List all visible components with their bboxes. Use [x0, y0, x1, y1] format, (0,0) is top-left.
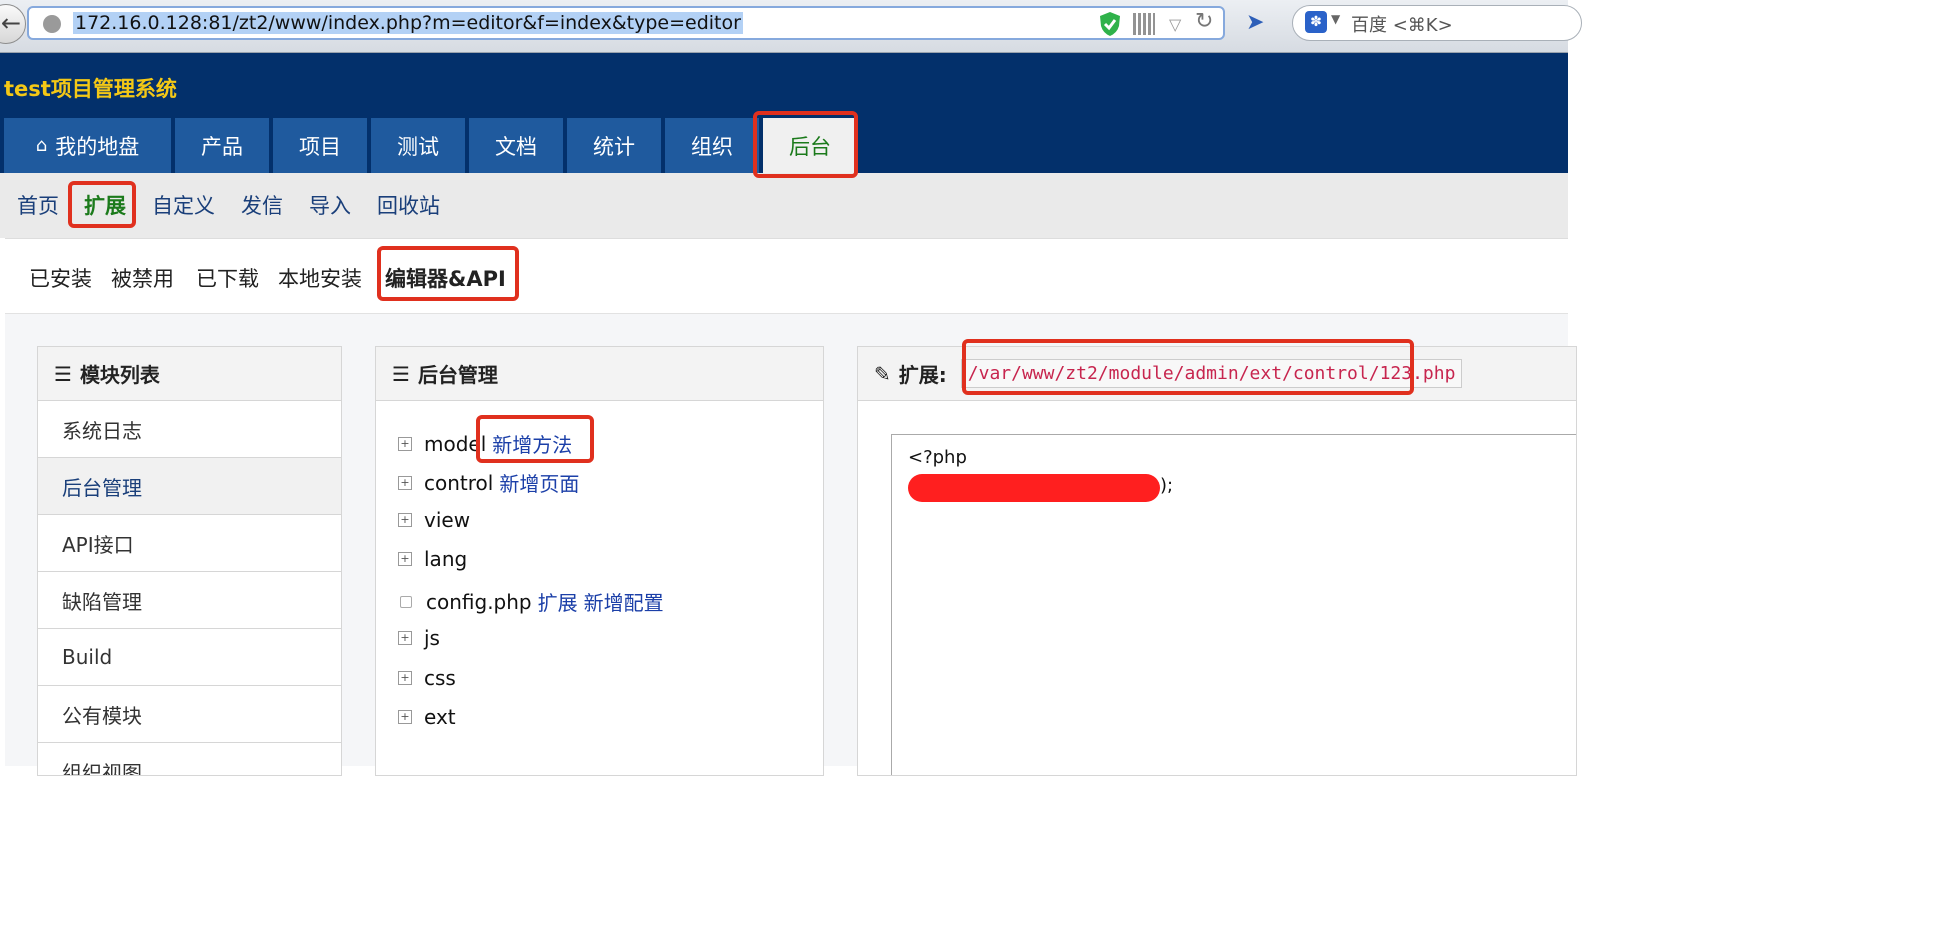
browser-toolbar: ← 172.16.0.128:81/zt2/www/index.php?m=ed… — [0, 0, 1582, 53]
back-button[interactable]: ← — [0, 4, 26, 44]
shield-icon[interactable] — [1099, 11, 1121, 37]
expand-icon[interactable]: + — [398, 436, 412, 451]
redaction-mark — [908, 474, 1160, 502]
admin-tree-panel: ☰ 后台管理 + model 新增方法 + control 新增页面 + view + lan… — [375, 346, 824, 776]
expand-icon[interactable]: + — [398, 710, 412, 724]
list-icon: ☰ — [54, 361, 72, 386]
main-nav-item-product[interactable]: 产品 — [175, 118, 269, 173]
baidu-paw-icon[interactable]: ✽ — [1305, 11, 1327, 33]
editor-label: 扩展: — [898, 363, 947, 387]
tab-installed[interactable]: 已安装 — [29, 263, 92, 293]
file-icon — [400, 595, 412, 608]
tree-row-css[interactable]: + css — [398, 666, 456, 690]
tab-downloaded[interactable]: 已下载 — [196, 263, 259, 293]
chevron-down-icon[interactable]: ▼ — [1331, 12, 1340, 26]
sub-nav-import[interactable]: 导入 — [309, 190, 351, 220]
extension-icon[interactable]: ➤ — [1246, 10, 1264, 35]
sub-nav-custom[interactable]: 自定义 — [152, 190, 215, 220]
globe-icon — [43, 15, 61, 33]
url-text[interactable]: 172.16.0.128:81/zt2/www/index.php?m=edit… — [73, 12, 743, 34]
main-nav: ⌂ 我的地盘 产品 项目 测试 文档 统计 组织 后台 — [4, 118, 861, 173]
code-editor[interactable]: <?php ); — [891, 434, 1576, 775]
module-item[interactable]: API接口 — [38, 515, 341, 572]
sub-nav-trash[interactable]: 回收站 — [377, 190, 440, 220]
app-title[interactable]: test项目管理系统 — [4, 73, 177, 103]
sub-nav-mail[interactable]: 发信 — [241, 190, 283, 220]
module-item[interactable]: 组织视图 — [38, 743, 341, 776]
edit-icon: ✎ — [874, 361, 891, 386]
module-item[interactable]: 公有模块 — [38, 686, 341, 743]
highlight-extension — [68, 181, 136, 228]
module-item-active[interactable]: 后台管理 — [38, 458, 341, 515]
highlight-editor-api — [377, 246, 519, 301]
tree-row-ext[interactable]: + ext — [398, 705, 456, 729]
sub-nav-home[interactable]: 首页 — [17, 190, 59, 220]
expand-icon[interactable]: + — [398, 513, 412, 527]
main-nav-item-my[interactable]: ⌂ 我的地盘 — [4, 118, 171, 173]
expand-icon[interactable]: + — [398, 671, 412, 685]
qr-code-icon[interactable] — [1133, 13, 1155, 35]
search-placeholder: 百度 <⌘K> — [1351, 15, 1453, 36]
main-nav-item-stats[interactable]: 统计 — [567, 118, 661, 173]
list-icon: ☰ — [392, 361, 410, 386]
code-line-1: <?php — [908, 447, 967, 468]
back-icon: ← — [1, 9, 22, 37]
highlight-admin-tab — [753, 111, 858, 178]
editor-panel: ✎ 扩展: /var/www/zt2/module/admin/ext/cont… — [857, 346, 1577, 776]
module-list-panel: ☰ 模块列表 系统日志 后台管理 API接口 缺陷管理 Build 公有模块 组织… — [37, 346, 342, 776]
main-nav-item-test[interactable]: 测试 — [371, 118, 465, 173]
tree-row-js[interactable]: + js — [398, 626, 440, 650]
main-nav-item-org[interactable]: 组织 — [665, 118, 759, 173]
module-item[interactable]: Build — [38, 629, 341, 686]
main-nav-item-project[interactable]: 项目 — [273, 118, 367, 173]
expand-icon[interactable]: + — [398, 475, 412, 490]
address-bar[interactable]: 172.16.0.128:81/zt2/www/index.php?m=edit… — [27, 6, 1225, 40]
highlight-path — [962, 339, 1414, 395]
tree-row-view[interactable]: + view — [398, 508, 470, 532]
dropdown-icon[interactable]: ▽ — [1169, 15, 1181, 34]
add-config-link[interactable]: 新增配置 — [584, 587, 664, 616]
highlight-add-method — [476, 415, 594, 463]
tree-panel-header: ☰ 后台管理 — [376, 347, 823, 401]
module-item[interactable]: 系统日志 — [38, 401, 341, 458]
module-item[interactable]: 缺陷管理 — [38, 572, 341, 629]
module-list-header: ☰ 模块列表 — [38, 347, 341, 401]
extend-link[interactable]: 扩展 — [538, 587, 578, 616]
tree-row-config[interactable]: config.php 扩展 新增配置 — [398, 587, 664, 616]
extension-tabs: 已安装 被禁用 已下载 本地安装 编辑器&API — [5, 239, 1568, 314]
tab-local-install[interactable]: 本地安装 — [278, 263, 362, 293]
reload-icon[interactable]: ↻ — [1195, 9, 1213, 34]
expand-icon[interactable]: + — [398, 631, 412, 645]
main-content: 已安装 被禁用 已下载 本地安装 编辑器&API ☰ 模块列表 系统日志 后台管理… — [5, 238, 1577, 776]
tree-row-control[interactable]: + control 新增页面 — [398, 468, 579, 497]
tree-row-lang[interactable]: + lang — [398, 547, 467, 571]
expand-icon[interactable]: + — [398, 552, 412, 566]
main-nav-item-doc[interactable]: 文档 — [469, 118, 563, 173]
add-page-link[interactable]: 新增页面 — [499, 468, 579, 497]
tab-disabled[interactable]: 被禁用 — [111, 263, 174, 293]
search-box[interactable]: ✽ ▼ 百度 <⌘K> — [1292, 5, 1582, 41]
sub-nav: 首页 扩展 自定义 发信 导入 回收站 — [0, 173, 1568, 238]
home-icon: ⌂ — [35, 135, 48, 156]
